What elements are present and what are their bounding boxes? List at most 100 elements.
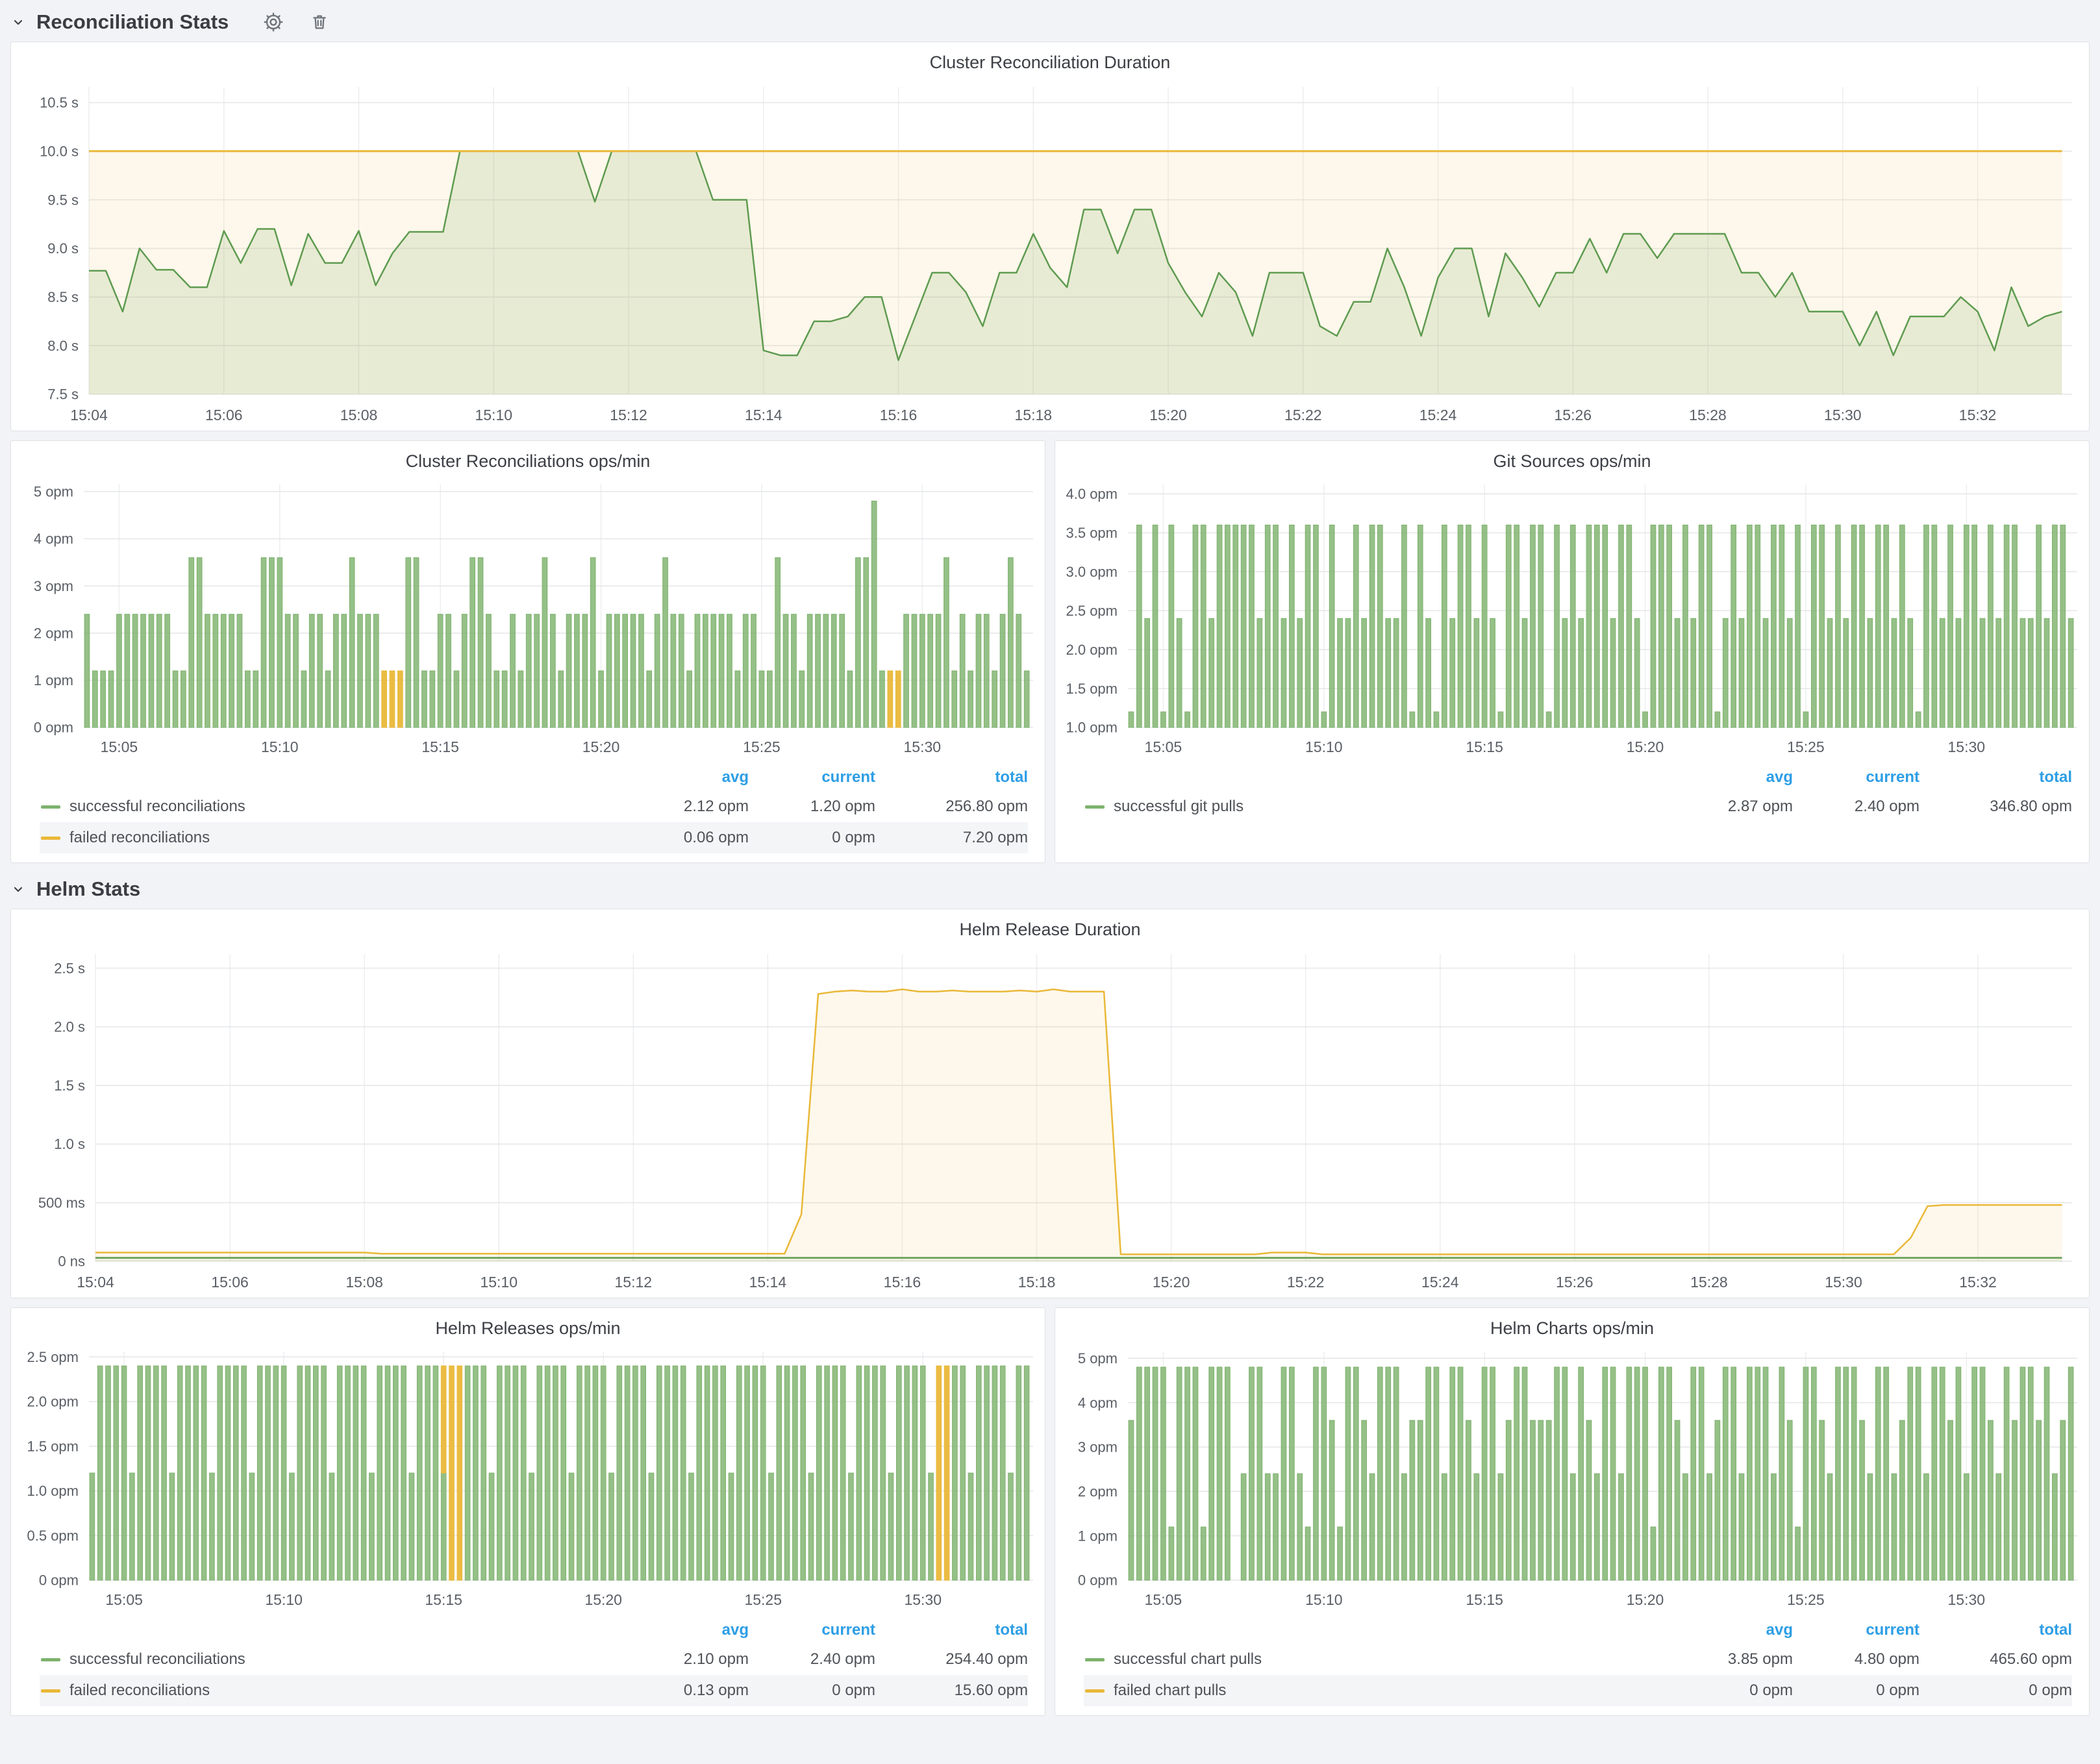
legend-series-label[interactable]: successful chart pulls (1114, 1650, 1262, 1669)
legend: avg current total successful chart pulls… (1084, 1617, 2072, 1706)
x-tick-label: 15:20 (1153, 1274, 1190, 1291)
panel-title[interactable]: Helm Release Duration (11, 909, 2089, 944)
panel-helm-releases-ops: Helm Releases ops/min 0 opm0.5 opm1.0 op… (10, 1307, 1045, 1716)
legend-series-label[interactable]: successful reconciliations (69, 798, 245, 816)
x-tick-label: 15:25 (744, 1591, 782, 1608)
legend-total-value: 256.80 opm (875, 798, 1028, 816)
x-tick-label: 15:16 (880, 407, 918, 423)
series-successful-git-pulls (1129, 525, 2073, 727)
x-tick-label: 15:25 (1787, 738, 1825, 755)
panel-helm-release-duration: Helm Release Duration 0 ns500 ms1.0 s1.5… (10, 909, 2090, 1298)
series-fills (95, 989, 2062, 1261)
x-tick-label: 15:16 (884, 1274, 921, 1291)
legend-series-label[interactable]: failed chart pulls (1114, 1682, 1226, 1700)
x-tick-label: 15:15 (425, 1591, 462, 1608)
panel-title[interactable]: Helm Charts ops/min (1055, 1308, 2089, 1342)
legend-series-label[interactable]: successful reconciliations (69, 1650, 245, 1669)
x-tick-label: 15:14 (745, 407, 782, 423)
series-swatch-green (41, 1658, 60, 1661)
x-tick-label: 15:06 (205, 407, 243, 423)
y-tick-label: 1.0 opm (1066, 720, 1118, 736)
series-swatch-orange (41, 837, 60, 840)
y-tick-label: 3.0 opm (1066, 564, 1118, 580)
series-swatch-green (1085, 1658, 1105, 1661)
x-tick-label: 15:30 (1824, 407, 1862, 423)
y-tick-label: 9.0 s (47, 240, 79, 257)
series-swatch-orange (1085, 1689, 1105, 1693)
x-tick-label: 15:10 (1305, 738, 1343, 755)
gear-icon[interactable] (262, 11, 284, 33)
legend-col-total[interactable]: total (875, 1621, 1028, 1639)
chevron-down-icon[interactable] (10, 881, 26, 897)
legend-series-label[interactable]: failed reconciliations (69, 829, 210, 847)
y-tick-label: 1.0 opm (27, 1483, 79, 1499)
legend-col-total[interactable]: total (1919, 768, 2072, 787)
helm-releases-ops-chart[interactable]: 0 opm0.5 opm1.0 opm1.5 opm2.0 opm2.5 opm… (11, 1342, 1045, 1615)
section-header-helm[interactable]: Helm Stats (0, 867, 2100, 909)
legend-series-label[interactable]: failed reconciliations (69, 1682, 210, 1700)
panel-title[interactable]: Cluster Reconciliation Duration (11, 42, 2089, 77)
section-header-reconciliation[interactable]: Reconciliation Stats (0, 0, 2100, 42)
x-tick-label: 15:20 (584, 1591, 622, 1608)
cluster-reconciliation-duration-chart[interactable]: 7.5 s8.0 s8.5 s9.0 s9.5 s10.0 s10.5 s15:… (11, 77, 2089, 431)
y-tick-label: 1 opm (34, 672, 73, 688)
legend-series-label[interactable]: successful git pulls (1114, 798, 1244, 816)
y-tick-label: 4 opm (1078, 1394, 1118, 1411)
helm-release-duration-chart[interactable]: 0 ns500 ms1.0 s1.5 s2.0 s2.5 s15:0415:06… (11, 944, 2089, 1298)
legend-row: successful reconciliations 2.10 opm 2.40… (40, 1644, 1028, 1675)
x-tick-label: 15:18 (1015, 407, 1053, 423)
legend-col-current[interactable]: current (749, 768, 875, 787)
legend-current-value: 2.40 opm (1793, 798, 1919, 816)
legend-current-value: 4.80 opm (1793, 1650, 1919, 1669)
chevron-down-icon[interactable] (10, 14, 26, 30)
helm-charts-ops-chart[interactable]: 0 opm1 opm2 opm3 opm4 opm5 opm15:0515:10… (1055, 1342, 2089, 1615)
legend-col-current[interactable]: current (1793, 768, 1919, 787)
legend-col-avg[interactable]: avg (1666, 1621, 1793, 1639)
y-tick-label: 0 opm (39, 1572, 79, 1589)
series-successful-reconciliations (90, 1366, 1029, 1580)
legend-col-current[interactable]: current (1793, 1621, 1919, 1639)
y-tick-label: 9.5 s (47, 192, 79, 208)
x-tick-label: 15:30 (1948, 1591, 1986, 1608)
legend-col-avg[interactable]: avg (622, 768, 749, 787)
y-tick-label: 5 opm (34, 484, 73, 500)
x-tick-label: 15:26 (1556, 1274, 1594, 1291)
panel-git-sources-ops: Git Sources ops/min 1.0 opm 1.5 opm 2.0 op… (1055, 440, 2090, 863)
legend-col-total[interactable]: total (1919, 1621, 2072, 1639)
panel-title[interactable]: Cluster Reconciliations ops/min (11, 441, 1045, 475)
y-tick-label: 8.5 s (47, 289, 79, 305)
x-tick-label: 15:15 (1466, 738, 1503, 755)
section-title[interactable]: Helm Stats (36, 877, 140, 901)
legend-header: avg current total (1084, 764, 2072, 791)
legend-total-value: 346.80 opm (1919, 798, 2072, 816)
panel-title[interactable]: Helm Releases ops/min (11, 1308, 1045, 1342)
legend-col-total[interactable]: total (875, 768, 1028, 787)
y-tick-label: 2.0 opm (1066, 642, 1118, 658)
x-tick-label: 15:18 (1018, 1274, 1056, 1291)
cluster-reconciliations-ops-chart[interactable]: 0 opm1 opm2 opm3 opm4 opm5 opm15:0515:10… (11, 475, 1045, 762)
x-tick-label: 15:12 (610, 407, 647, 423)
legend-col-avg[interactable]: avg (622, 1621, 749, 1639)
x-tick-label: 15:20 (1627, 1591, 1664, 1608)
legend-avg-value: 3.85 opm (1666, 1650, 1793, 1669)
y-tick-label: 1.5 s (54, 1077, 85, 1094)
trash-icon[interactable] (309, 12, 330, 32)
legend-col-current[interactable]: current (749, 1621, 875, 1639)
section-title[interactable]: Reconciliation Stats (36, 10, 229, 34)
x-tick-label: 15:04 (77, 1274, 114, 1291)
y-tick-label: 1.5 opm (27, 1438, 79, 1454)
panel-title[interactable]: Git Sources ops/min (1055, 441, 2089, 475)
git-sources-ops-chart[interactable]: 1.0 opm1.5 opm2.0 opm2.5 opm3.0 opm3.5 o… (1055, 475, 2089, 762)
y-tick-label: 3 opm (34, 578, 73, 594)
legend-avg-value: 2.10 opm (622, 1650, 749, 1669)
y-tick-label: 1 opm (1078, 1528, 1118, 1544)
series-swatch-orange (41, 1689, 60, 1693)
legend-col-avg[interactable]: avg (1666, 768, 1793, 787)
x-tick-label: 15:08 (340, 407, 378, 423)
y-tick-label: 5 opm (1078, 1350, 1118, 1367)
x-tick-label: 15:25 (1787, 1591, 1825, 1608)
y-tick-label: 1.5 opm (1066, 681, 1118, 697)
x-tick-label: 15:30 (904, 738, 942, 755)
x-tick-label: 15:12 (615, 1274, 653, 1291)
y-tick-label: 10.0 s (40, 143, 79, 159)
